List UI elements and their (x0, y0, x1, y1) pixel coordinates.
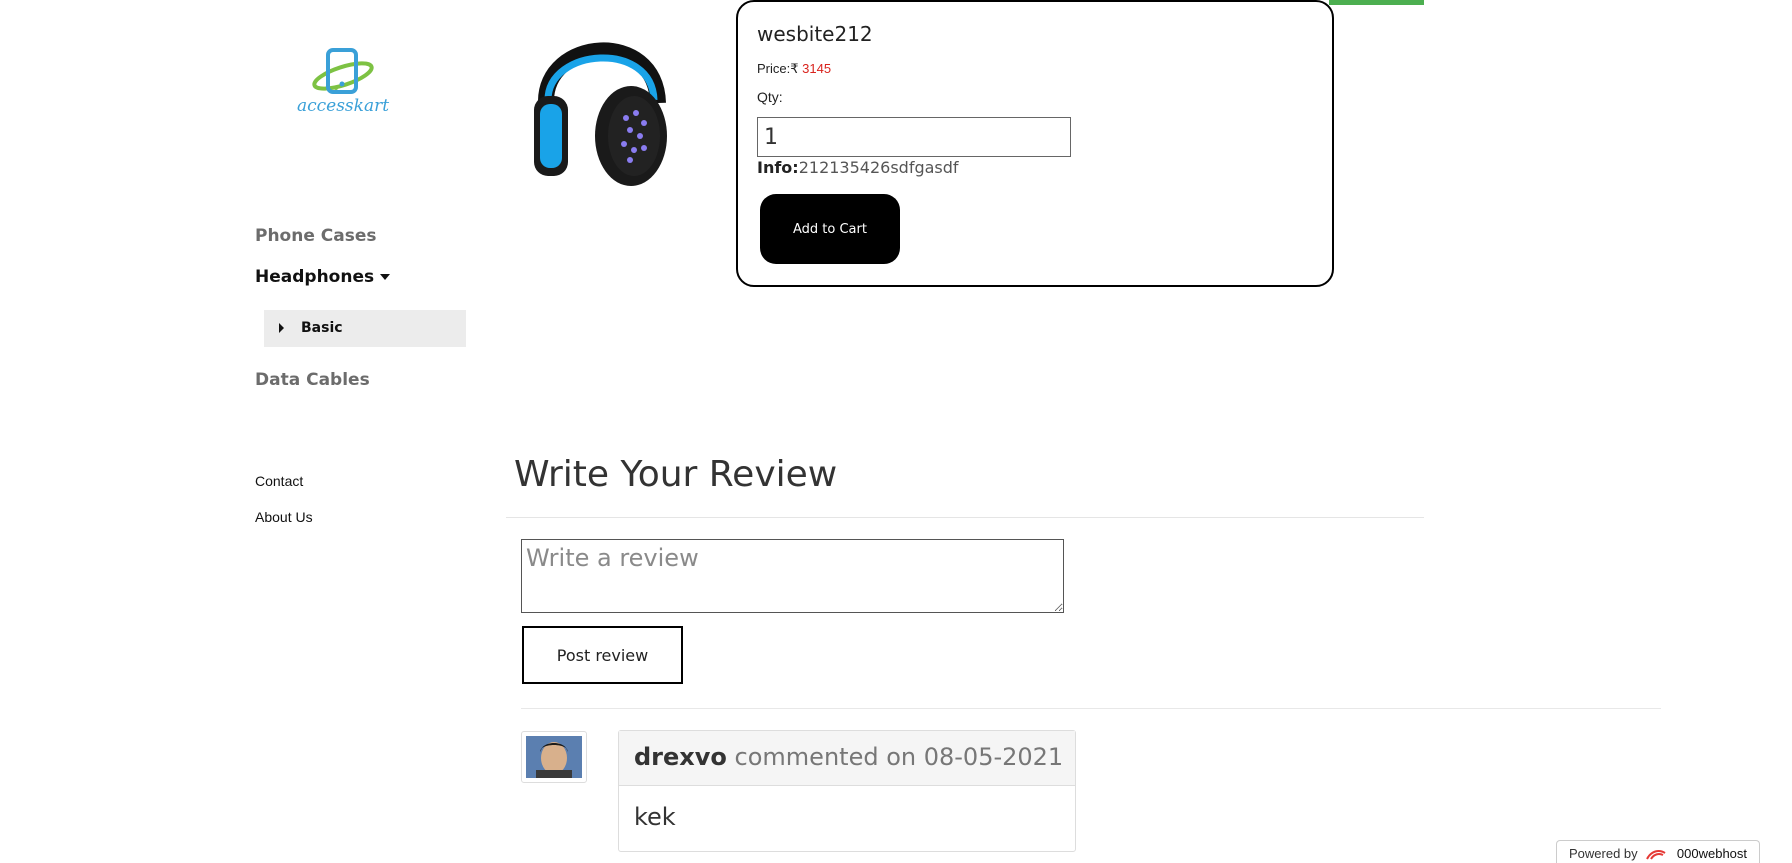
add-to-cart-button[interactable]: Add to Cart (760, 194, 900, 264)
info-label: Info: (757, 158, 799, 177)
product-price: Price:₹ 3145 (757, 61, 831, 77)
webhost-logo-icon (1646, 849, 1666, 860)
logo-text: accesskart (296, 96, 390, 116)
qty-label: Qty: (757, 89, 783, 105)
review-heading: Write Your Review (514, 454, 838, 495)
host-brand: 000webhost (1676, 846, 1748, 861)
about-us-link[interactable]: About Us (255, 509, 313, 525)
comment-header: drexvo commented on 08-05-2021 (619, 731, 1075, 786)
info-value: 212135426sdfgasdf (798, 158, 959, 177)
category-data-cables[interactable]: Data Cables (255, 370, 370, 390)
powered-by-text: Powered by (1569, 846, 1638, 861)
caret-down-icon (380, 274, 391, 280)
product-image (526, 8, 676, 193)
post-review-button[interactable]: Post review (522, 626, 683, 684)
price-value: 3145 (802, 61, 832, 76)
comment-author[interactable]: drexvo (634, 743, 727, 771)
product-name: wesbite212 (757, 22, 873, 46)
accent-bar (1329, 0, 1424, 5)
headphones-icon (534, 42, 667, 186)
comment-meta: commented on 08-05-2021 (734, 743, 1064, 771)
product-info: Info:212135426sdfgasdf (757, 158, 959, 177)
category-headphones-label: Headphones (255, 267, 375, 287)
phone-logo-icon (312, 48, 374, 94)
comment-text: kek (634, 803, 676, 831)
user-photo (526, 736, 582, 778)
quantity-input[interactable] (757, 117, 1071, 157)
avatar (521, 731, 587, 783)
price-label: Price: (757, 61, 791, 76)
contact-link[interactable]: Contact (255, 473, 303, 489)
category-headphones[interactable]: Headphones (255, 267, 391, 287)
site-logo[interactable]: accesskart (258, 28, 428, 148)
divider (506, 517, 1424, 518)
review-textarea[interactable] (521, 539, 1064, 613)
caret-right-icon (279, 323, 284, 333)
comment-panel: drexvo commented on 08-05-2021 kek (618, 730, 1076, 852)
subcategory-basic-label: Basic (301, 320, 343, 336)
powered-by-badge[interactable]: Powered by 000webhost (1556, 840, 1760, 863)
currency-symbol: ₹ (790, 61, 799, 76)
subcategory-basic[interactable]: Basic (264, 310, 466, 347)
divider (521, 708, 1661, 709)
user-face-icon (526, 736, 582, 778)
category-phone-cases[interactable]: Phone Cases (255, 226, 377, 246)
